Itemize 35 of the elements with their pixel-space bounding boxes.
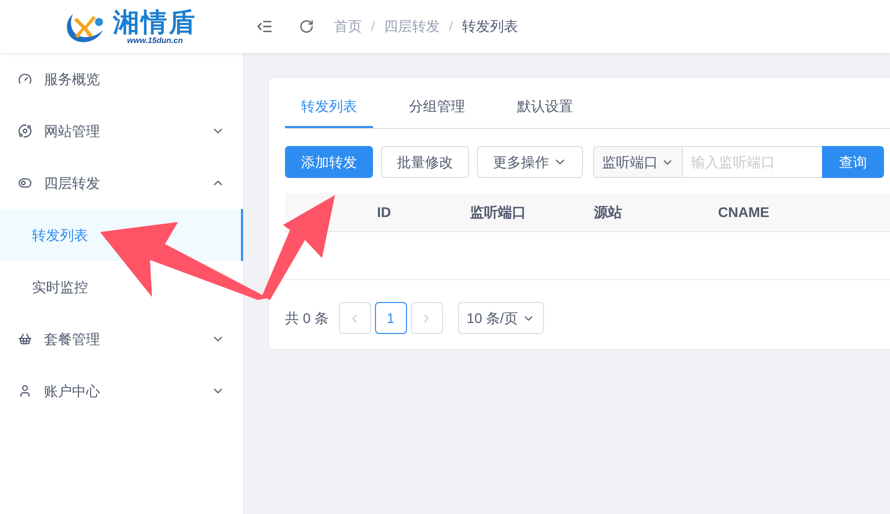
page-size-select[interactable]: 10 条/页 bbox=[458, 302, 544, 334]
breadcrumb-item: 转发列表 bbox=[462, 17, 518, 36]
logo-url: www.15dun.cn bbox=[127, 36, 183, 44]
breadcrumb-separator: / bbox=[371, 17, 375, 36]
toolbar-button[interactable]: 批量修改 bbox=[381, 146, 469, 178]
dropdown-button[interactable]: 更多操作 bbox=[477, 146, 583, 178]
basket-icon bbox=[18, 332, 32, 346]
sidebar-label: 账户中心 bbox=[44, 382, 100, 400]
sidebar-item[interactable]: 网站管理 bbox=[0, 105, 243, 157]
user-icon bbox=[18, 384, 32, 398]
planet-icon bbox=[18, 124, 32, 138]
column-header: 源站 bbox=[594, 202, 623, 222]
sidebar-item[interactable]: 服务概览 bbox=[0, 53, 243, 105]
search-field[interactable]: 输入监听端口 bbox=[683, 146, 822, 178]
tab[interactable]: 分组管理 bbox=[393, 96, 481, 128]
sidebar-label: 服务概览 bbox=[44, 70, 100, 88]
sidebar-item[interactable]: 套餐管理 bbox=[0, 313, 243, 365]
column-header: ID bbox=[377, 202, 392, 222]
column-header: CNAME bbox=[718, 202, 770, 222]
sidebar-label: 四层转发 bbox=[44, 174, 100, 192]
sidebar-label: 网站管理 bbox=[44, 122, 100, 140]
sidebar-item[interactable]: 账户中心 bbox=[0, 365, 243, 417]
breadcrumb-separator: / bbox=[448, 17, 453, 36]
toggle-icon bbox=[18, 176, 32, 190]
refresh-icon[interactable] bbox=[299, 19, 314, 34]
total-count: 共 0 条 bbox=[285, 308, 329, 328]
sidebar-label: 套餐管理 bbox=[44, 330, 100, 348]
sidebar-item[interactable]: 四层转发 bbox=[0, 157, 243, 209]
sidebar-subitem[interactable]: 实时监控 bbox=[0, 261, 243, 313]
field-select[interactable]: 监听端口 bbox=[593, 146, 683, 178]
collapse-menu-icon[interactable] bbox=[256, 18, 273, 35]
column-header: 监听端口 bbox=[470, 202, 527, 222]
tab[interactable]: 默认设置 bbox=[501, 96, 589, 128]
gauge-icon bbox=[18, 72, 32, 86]
logo-name: 湘情盾 bbox=[113, 8, 197, 34]
